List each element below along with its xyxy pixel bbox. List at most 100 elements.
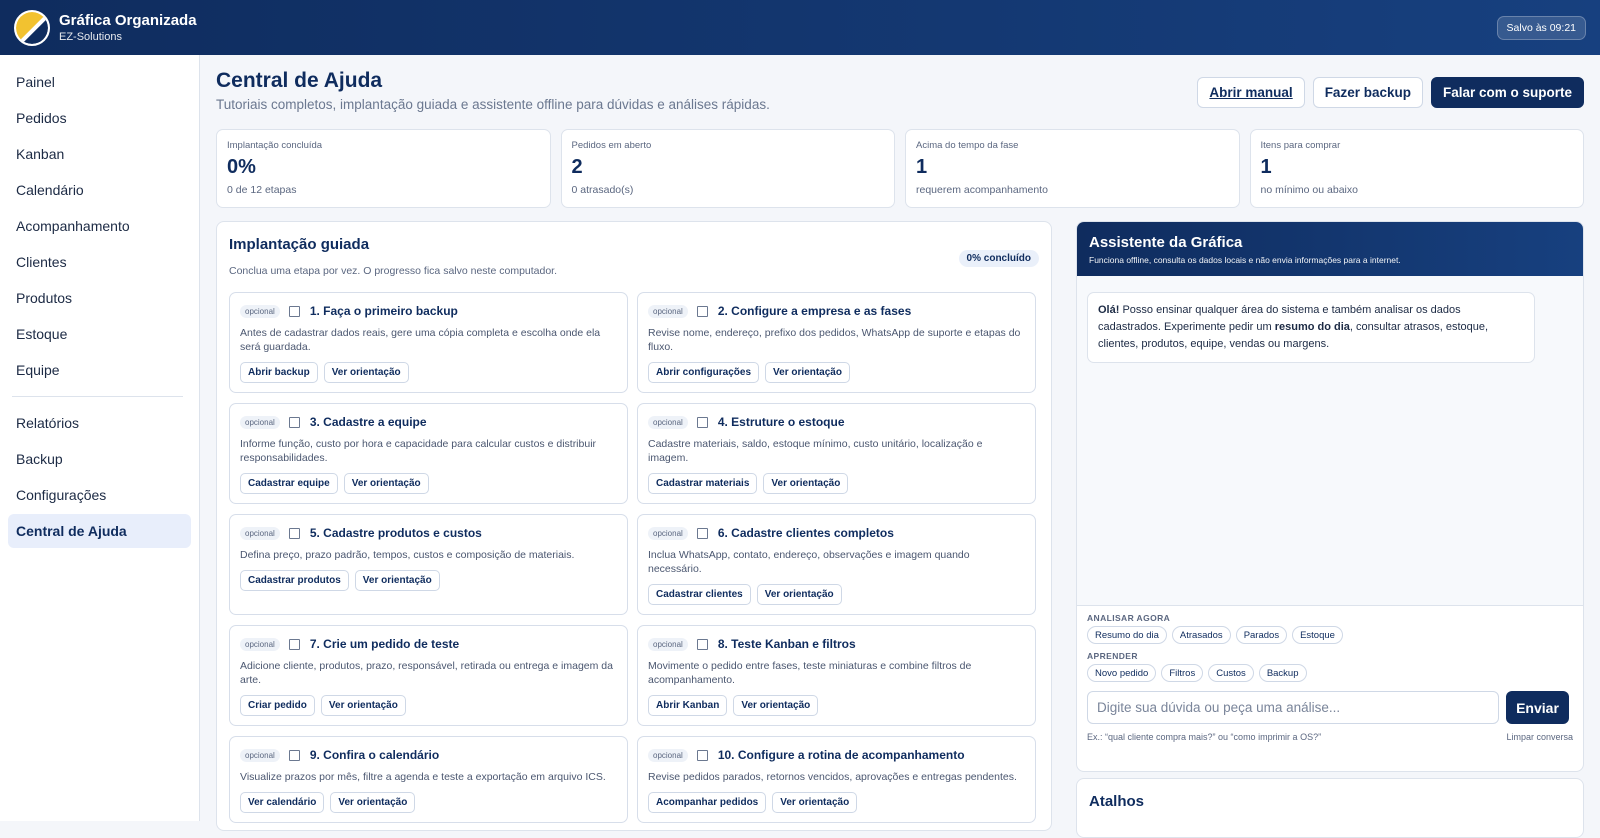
step-guide-button[interactable]: Ver orientação (330, 792, 416, 813)
step-guide-button[interactable]: Ver orientação (343, 473, 429, 494)
step-title: 3. Cadastre a equipe (309, 415, 427, 429)
sidebar-item-acompanhamento[interactable]: Acompanhamento (8, 209, 191, 243)
step-guide-button[interactable]: Ver orientação (763, 473, 849, 494)
stat-label: Implantação concluída (227, 140, 323, 151)
top-bar: Gráfica Organizada EZ-Solutions Salvo às… (0, 0, 1600, 55)
sidebar-item-calendario[interactable]: Calendário (8, 173, 191, 207)
question-input[interactable] (1087, 691, 1499, 724)
optional-tag: opcional (240, 748, 280, 762)
chip-custos[interactable]: Custos (1208, 664, 1254, 682)
step-guide-button[interactable]: Ver orientação (765, 362, 850, 383)
step-action-button[interactable]: Abrir backup (240, 362, 318, 383)
step-guide-button[interactable]: Ver orientação (756, 584, 842, 605)
guided-setup-subtitle: Conclua uma etapa por vez. O progresso f… (229, 265, 558, 277)
sidebar-item-configuracoes[interactable]: Configurações (8, 478, 191, 512)
step-description: Antes de cadastrar dados reais, gere uma… (240, 327, 601, 353)
clear-conversation-link[interactable]: Limpar conversa (1506, 732, 1573, 742)
chat-area: Olá! Posso ensinar qualquer área do sist… (1077, 276, 1583, 606)
step-description: Informe função, custo por hora e capacid… (240, 438, 597, 464)
step-checkbox[interactable] (696, 527, 708, 539)
brand: Gráfica Organizada EZ-Solutions (59, 12, 197, 44)
sidebar: Painel Pedidos Kanban Calendário Acompan… (0, 55, 200, 821)
ask-row: Enviar (1077, 691, 1583, 724)
learn-chips: Novo pedido Filtros Custos Backup (1077, 664, 1583, 682)
chip-backup[interactable]: Backup (1258, 664, 1307, 682)
step-checkbox[interactable] (288, 416, 300, 428)
assistant-title: Assistente da Gráfica (1089, 234, 1243, 251)
step-guide-button[interactable]: Ver orientação (733, 695, 819, 716)
sidebar-item-kanban[interactable]: Kanban (8, 137, 191, 171)
step-description: Visualize prazos por mês, filtre a agend… (240, 771, 606, 783)
open-manual-button[interactable]: Abrir manual (1197, 77, 1305, 108)
chip-resumo-do-dia[interactable]: Resumo do dia (1087, 626, 1167, 644)
message-highlight: resumo do dia (1274, 321, 1350, 333)
step-checkbox[interactable] (696, 305, 708, 317)
chip-atrasados[interactable]: Atrasados (1171, 626, 1231, 644)
step-checkbox[interactable] (288, 305, 300, 317)
guided-setup-title: Implantação guiada (229, 236, 370, 253)
step-checkbox[interactable] (696, 638, 708, 650)
stat-card: Implantação concluída 0% 0 de 12 etapas (216, 129, 551, 208)
step-title: 10. Configure a rotina de acompanhamento (717, 748, 965, 762)
step-description: Cadastre materiais, saldo, estoque mínim… (648, 438, 983, 464)
step-action-button[interactable]: Acompanhar pedidos (648, 792, 767, 813)
step-guide-button[interactable]: Ver orientação (354, 570, 440, 591)
step-checkbox[interactable] (288, 527, 300, 539)
learn-section-label: APRENDER (1087, 651, 1138, 661)
step-title: 6. Cadastre clientes completos (717, 526, 894, 540)
shortcuts-title: Atalhos (1089, 793, 1145, 810)
step-card: opcional 8. Teste Kanban e filtros Movime… (637, 625, 1036, 726)
chip-parados[interactable]: Parados (1235, 626, 1288, 644)
assistant-subtitle: Funciona offline, consulta os dados loca… (1089, 255, 1401, 265)
step-guide-button[interactable]: Ver orientação (323, 362, 409, 383)
sidebar-item-estoque[interactable]: Estoque (8, 317, 191, 351)
sidebar-item-central-de-ajuda[interactable]: Central de Ajuda (8, 514, 191, 548)
step-action-button[interactable]: Abrir Kanban (648, 695, 728, 716)
step-checkbox[interactable] (696, 416, 708, 428)
stat-card: Pedidos em aberto 2 0 atrasado(s) (560, 129, 895, 208)
step-guide-button[interactable]: Ver orientação (320, 695, 406, 716)
step-card: opcional 5. Cadastre produtos e custos De… (229, 514, 628, 615)
step-title: 7. Crie um pedido de teste (309, 637, 460, 651)
backup-button[interactable]: Fazer backup (1312, 77, 1423, 108)
step-checkbox[interactable] (288, 638, 300, 650)
sidebar-item-equipe[interactable]: Equipe (8, 353, 191, 387)
step-action-button[interactable]: Cadastrar clientes (648, 584, 751, 605)
step-action-button[interactable]: Cadastrar equipe (240, 473, 338, 494)
chip-filtros[interactable]: Filtros (1161, 664, 1204, 682)
shortcuts-panel: Atalhos (1076, 778, 1584, 838)
sidebar-item-backup[interactable]: Backup (8, 442, 191, 476)
step-action-button[interactable]: Criar pedido (240, 695, 315, 716)
stat-value: 1 (916, 156, 928, 178)
step-action-button[interactable]: Abrir configurações (648, 362, 760, 383)
sidebar-item-clientes[interactable]: Clientes (8, 245, 191, 279)
chip-novo-pedido[interactable]: Novo pedido (1087, 664, 1157, 682)
step-checkbox[interactable] (288, 749, 300, 761)
step-action-button[interactable]: Cadastrar produtos (240, 570, 349, 591)
page-title: Central de Ajuda (216, 69, 383, 92)
step-card: opcional 2. Configure a empresa e as fase… (637, 292, 1036, 393)
steps-grid: opcional 1. Faça o primeiro backup Antes … (229, 292, 1039, 833)
stat-note: 0 atrasado(s) (571, 184, 634, 196)
chip-estoque[interactable]: Estoque (1292, 626, 1343, 644)
progress-badge: 0% concluído (958, 250, 1039, 267)
support-button[interactable]: Falar com o suporte (1430, 77, 1584, 108)
assistant-header: Assistente da Gráfica Funciona offline, … (1077, 222, 1583, 276)
optional-tag: opcional (240, 415, 280, 429)
stats-row: Implantação concluída 0% 0 de 12 etapas … (216, 129, 1584, 208)
analyze-section-label: ANALISAR AGORA (1087, 613, 1171, 623)
sidebar-item-painel[interactable]: Painel (8, 65, 191, 99)
step-action-button[interactable]: Ver calendário (240, 792, 325, 813)
step-guide-button[interactable]: Ver orientação (772, 792, 858, 813)
send-button[interactable]: Enviar (1506, 691, 1569, 724)
step-title: 8. Teste Kanban e filtros (717, 637, 856, 651)
sidebar-item-produtos[interactable]: Produtos (8, 281, 191, 315)
stat-value: 1 (1260, 156, 1272, 178)
sidebar-item-pedidos[interactable]: Pedidos (8, 101, 191, 135)
step-title: 4. Estruture o estoque (717, 415, 845, 429)
sidebar-item-relatorios[interactable]: Relatórios (8, 406, 191, 440)
step-checkbox[interactable] (696, 749, 708, 761)
app-title: Gráfica Organizada (59, 11, 197, 29)
step-title: 1. Faça o primeiro backup (309, 304, 458, 318)
step-action-button[interactable]: Cadastrar materiais (648, 473, 758, 494)
